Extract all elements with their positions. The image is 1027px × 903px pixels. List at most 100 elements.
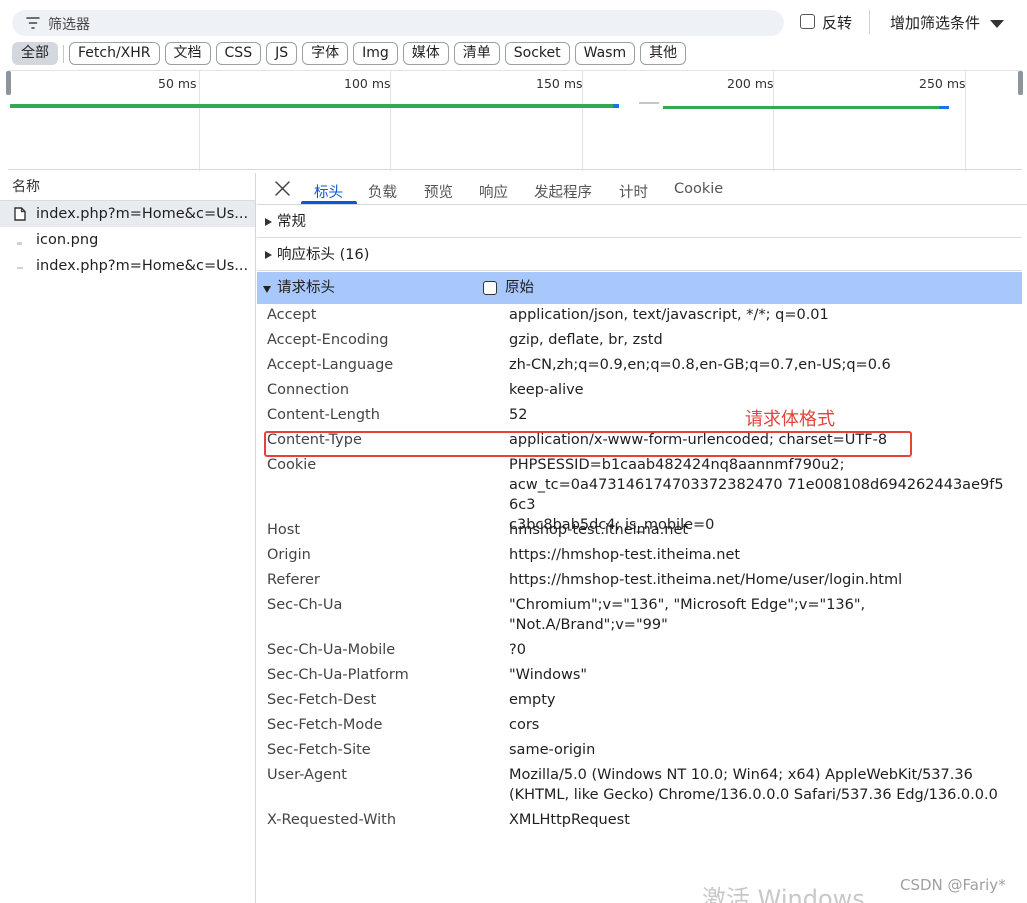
- header-row-sec-fetch-dest: Sec-Fetch-Dest empty: [257, 690, 1022, 715]
- header-key: Cookie: [267, 457, 317, 473]
- tab-timing[interactable]: 计时: [619, 181, 648, 202]
- tab-initiator[interactable]: 发起程序: [534, 181, 592, 202]
- timeline-tick-label: 200 ms: [727, 76, 774, 91]
- add-filter-button[interactable]: 增加筛选条件: [890, 12, 980, 33]
- header-value: empty: [509, 692, 556, 708]
- header-row-accept-encoding: Accept-Encoding gzip, deflate, br, zstd: [257, 330, 1022, 355]
- timeline-tick-label: 250 ms: [919, 76, 966, 91]
- header-row-sec-ch-ua: Sec-Ch-Ua "Chromium";v="136", "Microsoft…: [257, 595, 1022, 640]
- name-column-header[interactable]: 名称: [0, 173, 255, 201]
- section-title: 请求标头: [277, 280, 335, 296]
- raw-checkbox[interactable]: [483, 281, 497, 295]
- filter-placeholder: 筛选器: [48, 17, 90, 33]
- chip-css[interactable]: CSS: [215, 42, 262, 65]
- header-value: application/json, text/javascript, */*; …: [509, 307, 829, 323]
- section-title: 常规: [277, 214, 306, 230]
- header-key: Content-Length: [267, 407, 380, 423]
- tab-response[interactable]: 响应: [479, 181, 508, 202]
- header-key: Connection: [267, 382, 350, 398]
- header-value: cors: [509, 717, 540, 733]
- timeline-gridline: [199, 71, 200, 171]
- request-name: index.php?m=Home&c=Us...: [36, 258, 249, 274]
- tab-cookies[interactable]: Cookie: [674, 181, 723, 197]
- header-row-user-agent: User-Agent Mozilla/5.0 (Windows NT 10.0;…: [257, 765, 1022, 810]
- filter-bar: 筛选器 反转 增加筛选条件: [0, 0, 1027, 40]
- header-key: Accept-Encoding: [267, 332, 389, 348]
- header-value: https://hmshop-test.itheima.net/Home/use…: [509, 572, 903, 588]
- divider: [869, 10, 870, 34]
- chip-doc[interactable]: 文档: [164, 42, 211, 65]
- header-key: Sec-Fetch-Site: [267, 742, 371, 758]
- close-icon[interactable]: [274, 180, 291, 197]
- chip-media[interactable]: 媒体: [402, 42, 449, 65]
- activation-watermark: 激活 Windows: [702, 885, 865, 903]
- header-key: User-Agent: [267, 767, 347, 783]
- chip-manifest[interactable]: 清单: [453, 42, 500, 65]
- section-request-headers[interactable]: 请求标头 原始: [257, 272, 1022, 304]
- section-general[interactable]: 常规: [257, 206, 1022, 238]
- image-icon: [17, 242, 22, 245]
- tab-preview[interactable]: 预览: [424, 181, 453, 202]
- divider: [63, 45, 64, 63]
- active-tab-indicator: [301, 201, 357, 204]
- tab-headers[interactable]: 标头: [314, 181, 343, 202]
- timeline-tick-label: 100 ms: [344, 76, 391, 91]
- header-value: https://hmshop-test.itheima.net: [509, 547, 741, 563]
- annotation-label: 请求体格式: [745, 409, 835, 430]
- section-response-headers[interactable]: 响应标头 (16): [257, 239, 1022, 271]
- header-value: XMLHttpRequest: [509, 812, 630, 828]
- chip-font[interactable]: 字体: [302, 42, 349, 65]
- header-row-host: Host hmshop-test.itheima.net: [257, 520, 1022, 545]
- timeline-right-handle[interactable]: [1018, 71, 1023, 95]
- chip-all[interactable]: 全部: [12, 42, 58, 65]
- header-key: Sec-Ch-Ua-Mobile: [267, 642, 396, 658]
- header-row-connection: Connection keep-alive: [257, 380, 1022, 405]
- triangle-down-icon: [263, 286, 271, 293]
- request-row[interactable]: index.php?m=Home&c=Us...: [0, 201, 255, 227]
- header-row-accept-language: Accept-Language zh-CN,zh;q=0.9,en;q=0.8,…: [257, 355, 1022, 380]
- request-row[interactable]: index.php?m=Home&c=Us...: [0, 253, 255, 279]
- header-row-accept: Accept application/json, text/javascript…: [257, 305, 1022, 330]
- header-key: X-Requested-With: [267, 812, 397, 828]
- header-value: Mozilla/5.0 (Windows NT 10.0; Win64; x64…: [509, 767, 998, 803]
- request-row[interactable]: icon.png: [0, 227, 255, 253]
- timeline-bar-xhr: [663, 106, 939, 109]
- timeline-tick-label: 50 ms: [158, 76, 197, 91]
- raw-label: 原始: [505, 280, 534, 296]
- header-value: hmshop-test.itheima.net: [509, 522, 689, 538]
- resource-type-chips: 全部 Fetch/XHR 文档 CSS JS 字体 Img 媒体 清单 Sock…: [12, 42, 687, 66]
- credit-watermark: CSDN @Fariy*: [900, 876, 1006, 894]
- chip-other[interactable]: 其他: [640, 42, 687, 65]
- timeline-left-handle[interactable]: [6, 71, 11, 95]
- timeline-bar-xhr-download: [939, 106, 949, 109]
- invert-label: 反转: [822, 14, 853, 32]
- detail-tabs: 标头 负载 预览 响应 发起程序 计时 Cookie: [257, 173, 1027, 205]
- funnel-icon: [26, 17, 40, 29]
- request-list: 名称 index.php?m=Home&c=Us... icon.png ind…: [0, 173, 256, 903]
- timeline-overview[interactable]: 50 ms 100 ms 150 ms 200 ms 250 ms: [6, 70, 1023, 171]
- timeline-bar-document: [10, 104, 613, 108]
- header-value: same-origin: [509, 742, 596, 758]
- chip-fetch-xhr[interactable]: Fetch/XHR: [69, 42, 160, 65]
- header-row-content-length: Content-Length 52: [257, 405, 1022, 430]
- header-key: Sec-Fetch-Dest: [267, 692, 377, 708]
- chip-socket[interactable]: Socket: [504, 42, 570, 65]
- filter-input[interactable]: 筛选器: [12, 10, 784, 36]
- request-name: index.php?m=Home&c=Us...: [36, 206, 249, 222]
- header-row-sec-ch-ua-mobile: Sec-Ch-Ua-Mobile ?0: [257, 640, 1022, 665]
- header-key: Accept-Language: [267, 357, 394, 373]
- header-row-sec-fetch-site: Sec-Fetch-Site same-origin: [257, 740, 1022, 765]
- chip-wasm[interactable]: Wasm: [574, 42, 636, 65]
- header-key: Referer: [267, 572, 320, 588]
- header-row-sec-fetch-mode: Sec-Fetch-Mode cors: [257, 715, 1022, 740]
- header-key: Sec-Ch-Ua-Platform: [267, 667, 409, 683]
- document-icon: [14, 207, 26, 221]
- chevron-down-icon[interactable]: [990, 20, 1004, 28]
- chip-img[interactable]: Img: [353, 42, 398, 65]
- chip-js[interactable]: JS: [266, 42, 298, 65]
- header-row-cookie: Cookie PHPSESSID=b1caab482424nq8aannmf79…: [257, 455, 1022, 533]
- tab-payload[interactable]: 负载: [368, 181, 397, 202]
- section-title: 响应标头 (16): [277, 247, 370, 263]
- invert-checkbox[interactable]: [800, 14, 815, 29]
- header-row-sec-ch-ua-platform: Sec-Ch-Ua-Platform "Windows": [257, 665, 1022, 690]
